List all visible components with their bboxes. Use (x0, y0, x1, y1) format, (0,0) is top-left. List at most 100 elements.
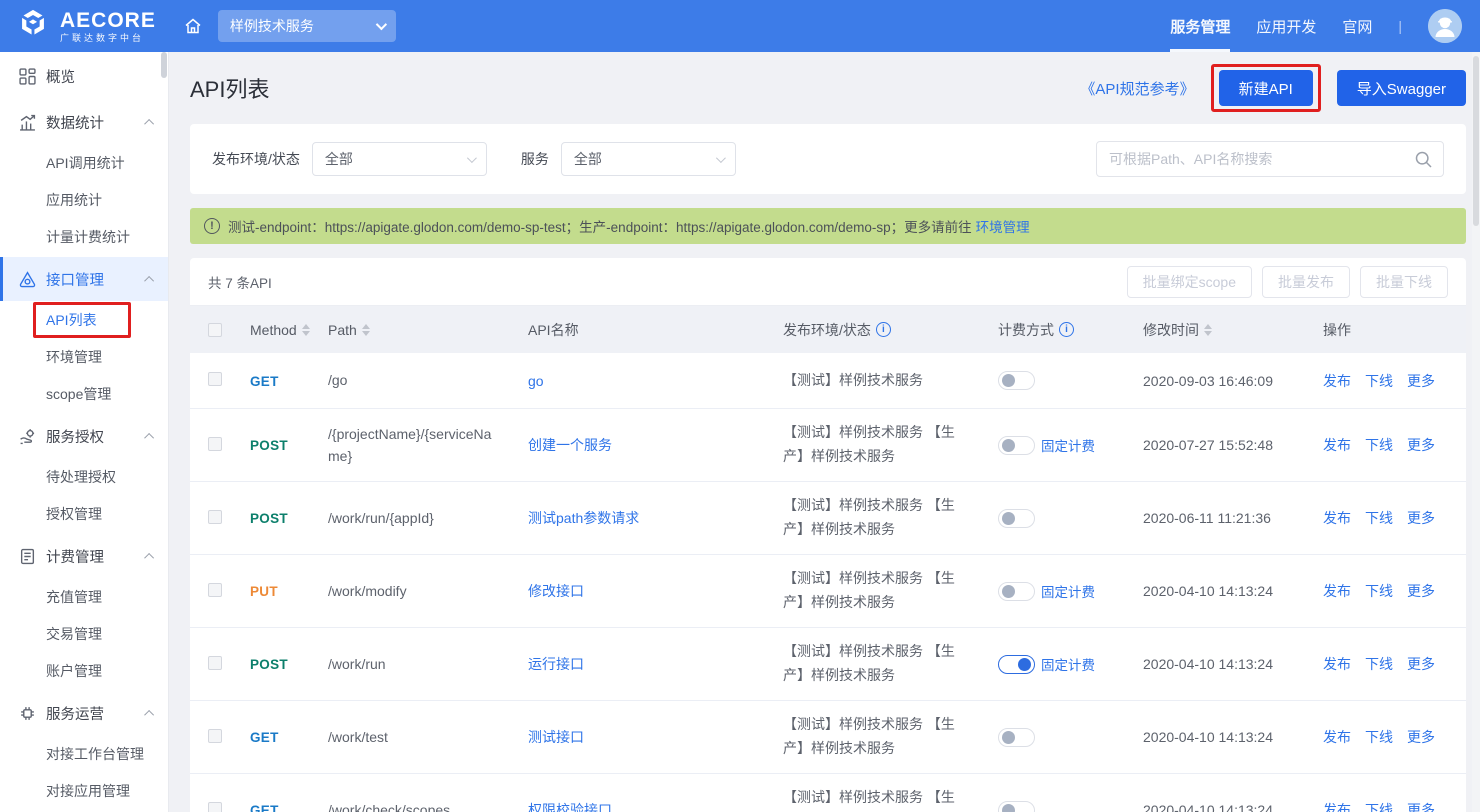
billing-toggle[interactable] (998, 371, 1035, 390)
publish-action[interactable]: 发布 (1323, 581, 1351, 601)
import-swagger-button[interactable]: 导入Swagger (1337, 70, 1466, 106)
sort-icon[interactable] (302, 324, 310, 336)
billing-toggle[interactable] (998, 436, 1035, 455)
more-action[interactable]: 更多 (1407, 435, 1435, 455)
nav-official-site[interactable]: 官网 (1342, 0, 1372, 52)
chevron-up-icon[interactable] (144, 552, 154, 562)
api-name-link[interactable]: go (528, 373, 544, 389)
sidebar-group-1[interactable]: 数据统计 (0, 100, 168, 144)
row-checkbox[interactable] (208, 372, 222, 386)
api-spec-link[interactable]: 《API规范参考》 (1080, 78, 1194, 99)
sort-icon[interactable] (1204, 324, 1212, 336)
row-checkbox[interactable] (208, 510, 222, 524)
sort-icon[interactable] (362, 324, 370, 336)
nav-app-development[interactable]: 应用开发 (1256, 0, 1316, 52)
row-checkbox[interactable] (208, 802, 222, 812)
sidebar-scrollbar[interactable] (161, 52, 167, 78)
offline-action[interactable]: 下线 (1365, 581, 1393, 601)
sidebar-item-账户管理[interactable]: 账户管理 (0, 652, 168, 689)
api-name-link[interactable]: 创建一个服务 (528, 437, 612, 453)
billing-toggle[interactable] (998, 728, 1035, 747)
offline-action[interactable]: 下线 (1365, 727, 1393, 747)
publish-action[interactable]: 发布 (1323, 654, 1351, 674)
service-filter-select[interactable]: 全部 (561, 142, 736, 176)
offline-action[interactable]: 下线 (1365, 508, 1393, 528)
api-name-link[interactable]: 运行接口 (528, 656, 584, 672)
more-action[interactable]: 更多 (1407, 654, 1435, 674)
publish-action[interactable]: 发布 (1323, 508, 1351, 528)
row-checkbox[interactable] (208, 437, 222, 451)
batch-bind-scope-button[interactable]: 批量绑定scope (1127, 266, 1252, 298)
info-icon[interactable]: i (1059, 322, 1074, 337)
more-action[interactable]: 更多 (1407, 727, 1435, 747)
sidebar-item-待处理授权[interactable]: 待处理授权 (0, 458, 168, 495)
sidebar-group-0[interactable]: 概览 (0, 54, 168, 98)
chevron-up-icon[interactable] (144, 432, 154, 442)
more-action[interactable]: 更多 (1407, 800, 1435, 812)
sidebar-item-计量计费统计[interactable]: 计量计费统计 (0, 218, 168, 255)
sidebar-item-scope管理[interactable]: scope管理 (0, 375, 168, 412)
sidebar-item-充值管理[interactable]: 充值管理 (0, 578, 168, 615)
sidebar-group-3[interactable]: 服务授权 (0, 414, 168, 458)
sidebar-group-4[interactable]: 计费管理 (0, 534, 168, 578)
api-name-link[interactable]: 测试接口 (528, 729, 584, 745)
sidebar-item-API调用统计[interactable]: API调用统计 (0, 144, 168, 181)
endpoint-banner-text: 测试-endpoint：https://apigate.glodon.com/d… (228, 216, 972, 236)
offline-action[interactable]: 下线 (1365, 435, 1393, 455)
batch-publish-button[interactable]: 批量发布 (1262, 266, 1350, 298)
sidebar-item-授权管理[interactable]: 授权管理 (0, 495, 168, 532)
offline-action[interactable]: 下线 (1365, 371, 1393, 391)
chevron-up-icon[interactable] (144, 275, 154, 285)
search-input[interactable] (1109, 151, 1414, 167)
api-table-card: 共 7 条API 批量绑定scope 批量发布 批量下线 Method Path… (190, 258, 1466, 812)
new-api-button[interactable]: 新建API (1219, 70, 1313, 106)
api-name-link[interactable]: 修改接口 (528, 583, 584, 599)
billing-toggle[interactable] (998, 655, 1035, 674)
sidebar-item-环境管理[interactable]: 环境管理 (0, 338, 168, 375)
more-action[interactable]: 更多 (1407, 581, 1435, 601)
row-checkbox[interactable] (208, 729, 222, 743)
search-icon[interactable] (1414, 150, 1433, 169)
overview-icon (18, 67, 36, 85)
chevron-up-icon[interactable] (144, 118, 154, 128)
red-annotation-box: 新建API (1211, 64, 1321, 112)
info-icon[interactable]: i (876, 322, 891, 337)
sidebar: 概览 数据统计 API调用统计 应用统计 计量计费统计 接口管理 API列表 环… (0, 52, 168, 812)
batch-offline-button[interactable]: 批量下线 (1360, 266, 1448, 298)
billing-toggle[interactable] (998, 801, 1035, 812)
publish-action[interactable]: 发布 (1323, 727, 1351, 747)
row-checkbox[interactable] (208, 583, 222, 597)
offline-action[interactable]: 下线 (1365, 654, 1393, 674)
home-icon[interactable] (178, 11, 208, 41)
more-action[interactable]: 更多 (1407, 508, 1435, 528)
env-filter-select[interactable]: 全部 (312, 142, 487, 176)
nav-service-management[interactable]: 服务管理 (1170, 0, 1230, 52)
row-checkbox[interactable] (208, 656, 222, 670)
publish-action[interactable]: 发布 (1323, 371, 1351, 391)
chevron-up-icon[interactable] (144, 709, 154, 719)
sidebar-item-API列表[interactable]: API列表 (0, 301, 168, 338)
sidebar-group-5[interactable]: 服务运营 (0, 691, 168, 735)
offline-action[interactable]: 下线 (1365, 800, 1393, 812)
user-avatar[interactable] (1428, 9, 1462, 43)
sidebar-item-交易管理[interactable]: 交易管理 (0, 615, 168, 652)
api-name-link[interactable]: 测试path参数请求 (528, 510, 639, 526)
method-badge: GET (250, 803, 279, 812)
window-scrollbar[interactable] (1472, 52, 1480, 812)
billing-type-label: 固定计费 (1041, 435, 1095, 455)
publish-action[interactable]: 发布 (1323, 800, 1351, 812)
publish-action[interactable]: 发布 (1323, 435, 1351, 455)
env-management-link[interactable]: 环境管理 (976, 216, 1030, 236)
sidebar-item-对接应用管理[interactable]: 对接应用管理 (0, 772, 168, 809)
select-all-checkbox[interactable] (208, 323, 222, 337)
sidebar-group-2[interactable]: 接口管理 (0, 257, 168, 301)
billing-toggle[interactable] (998, 509, 1035, 528)
sidebar-item-对接工作台管理[interactable]: 对接工作台管理 (0, 735, 168, 772)
api-name-link[interactable]: 权限校验接口 (528, 802, 612, 812)
workspace-select[interactable]: 样例技术服务 (218, 10, 396, 42)
env-status-text: 【测试】样例技术服务 【生产】样例技术服务 (783, 567, 998, 615)
more-action[interactable]: 更多 (1407, 371, 1435, 391)
billing-toggle[interactable] (998, 582, 1035, 601)
sidebar-item-应用统计[interactable]: 应用统计 (0, 181, 168, 218)
brand-cube-icon (14, 7, 52, 45)
